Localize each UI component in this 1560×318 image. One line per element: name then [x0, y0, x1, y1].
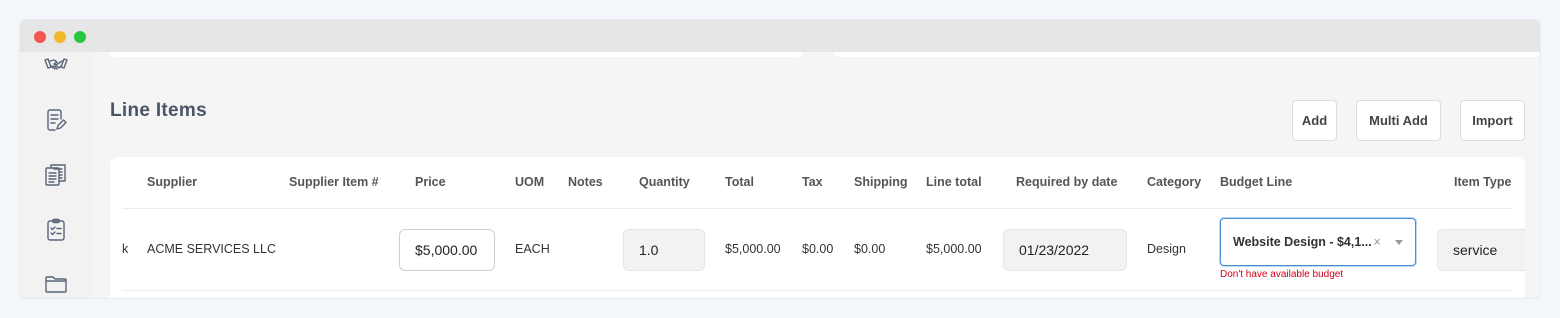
clear-icon[interactable]: ×	[1373, 234, 1381, 249]
app-window: Line Items Add Multi Add Import Supplier…	[20, 20, 1540, 298]
quantity-input[interactable]: 1.0	[623, 229, 705, 271]
column-header-category: Category	[1147, 175, 1202, 189]
category-cell: Design	[1147, 242, 1186, 256]
header-divider	[122, 208, 1513, 209]
handshake-icon[interactable]	[44, 54, 68, 78]
budget-line-value: Website Design - $4,1...	[1233, 235, 1372, 249]
previous-card-edge	[110, 52, 802, 57]
column-header-uom: UOM	[515, 175, 545, 189]
budget-error-message: Don't have available budget	[1220, 269, 1344, 280]
column-header-required-by-date: Required by date	[1016, 175, 1118, 189]
column-header-supplier-item: Supplier Item #	[289, 175, 379, 189]
column-header-budget-line: Budget Line	[1220, 175, 1293, 189]
minimize-window-button[interactable]	[54, 31, 66, 43]
column-header-price: Price	[415, 175, 446, 189]
column-header-supplier: Supplier	[147, 175, 198, 189]
column-header-quantity: Quantity	[639, 175, 690, 189]
row-divider	[122, 290, 1513, 291]
line-items-table: Supplier Supplier Item # Price UOM Notes…	[110, 157, 1525, 298]
truncated-cell: k	[122, 242, 129, 256]
column-header-item-type: Item Type	[1454, 175, 1512, 189]
previous-card-edge	[834, 52, 1540, 57]
column-header-line-total: Line total	[926, 175, 982, 189]
section-title: Line Items	[110, 100, 207, 121]
document-edit-icon[interactable]	[44, 108, 68, 132]
import-button[interactable]: Import	[1460, 100, 1525, 141]
clipboard-check-icon[interactable]	[44, 218, 68, 242]
title-bar	[20, 20, 1540, 52]
shipping-cell: $0.00	[854, 242, 886, 256]
chevron-down-icon[interactable]	[1395, 240, 1403, 245]
maximize-window-button[interactable]	[74, 31, 86, 43]
column-header-total: Total	[725, 175, 754, 189]
required-by-date-input[interactable]: 01/23/2022	[1003, 229, 1127, 271]
column-header-notes: Notes	[568, 175, 603, 189]
main-content: Line Items Add Multi Add Import Supplier…	[92, 52, 1540, 298]
budget-line-select[interactable]: Website Design - $4,1... ×	[1220, 218, 1416, 266]
close-window-button[interactable]	[34, 31, 46, 43]
column-header-shipping: Shipping	[854, 175, 908, 189]
sidebar	[20, 52, 92, 298]
add-button[interactable]: Add	[1292, 100, 1337, 141]
supplier-cell: ACME SERVICES LLC	[147, 242, 276, 256]
line-total-cell: $5,000.00	[926, 242, 982, 256]
uom-cell: EACH	[515, 242, 550, 256]
item-type-select[interactable]: service	[1437, 229, 1525, 271]
folder-icon[interactable]	[44, 272, 68, 296]
total-cell: $5,000.00	[725, 242, 781, 256]
documents-icon[interactable]	[44, 163, 68, 187]
multi-add-button[interactable]: Multi Add	[1356, 100, 1441, 141]
tax-cell: $0.00	[802, 242, 834, 256]
price-input[interactable]: $5,000.00	[399, 229, 495, 271]
column-header-tax: Tax	[802, 175, 823, 189]
